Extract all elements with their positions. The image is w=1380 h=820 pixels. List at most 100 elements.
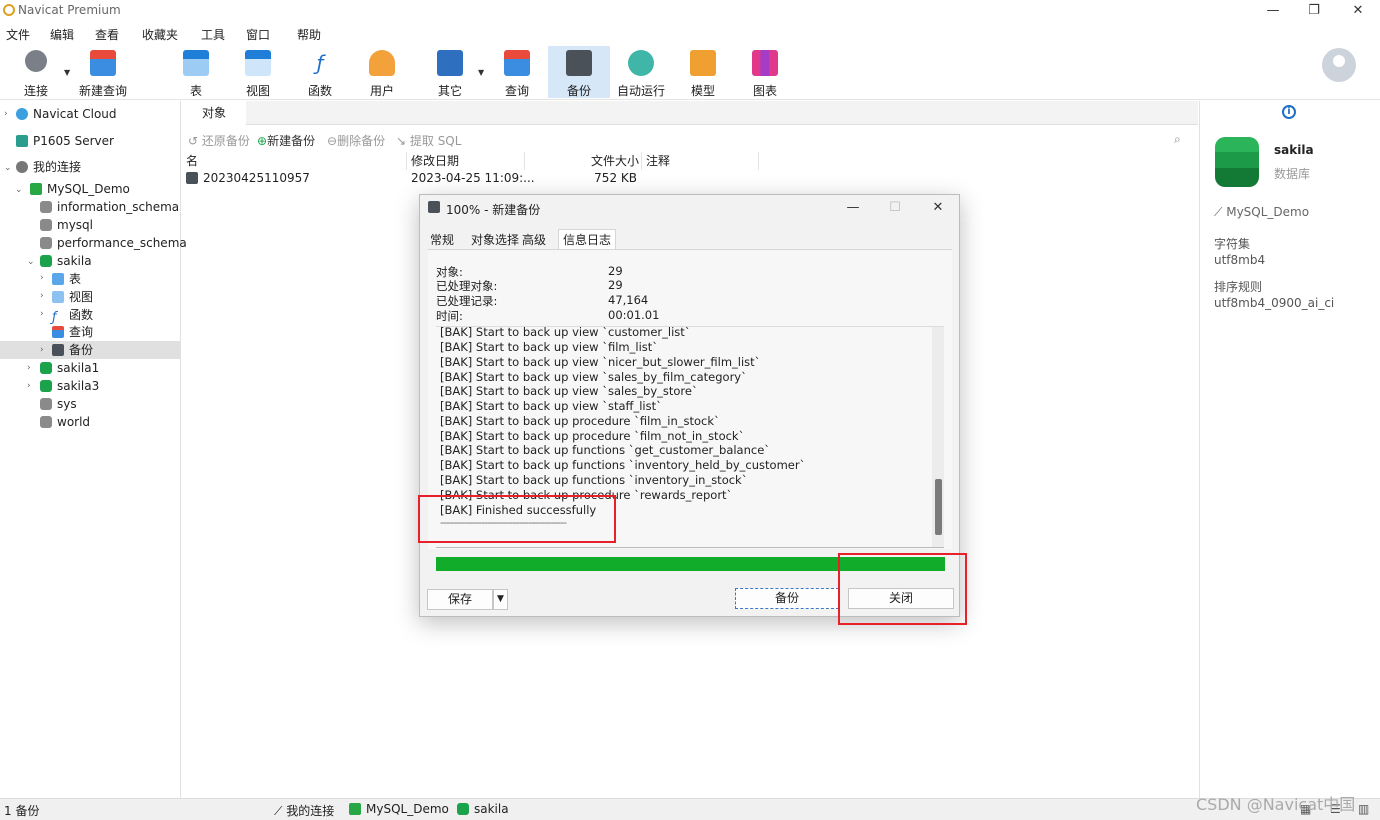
plug-icon: ⟋: [1214, 205, 1227, 219]
maximize-button[interactable]: ❐: [1299, 2, 1329, 20]
tree-p1605-server[interactable]: P1605 Server: [16, 132, 114, 150]
connect-dropdown-caret[interactable]: ▼: [64, 68, 70, 77]
menu-window[interactable]: 窗口: [246, 26, 270, 43]
automation-button[interactable]: 自动运行: [611, 46, 671, 98]
menu-tools[interactable]: 工具: [201, 26, 225, 43]
tree-db-world[interactable]: world: [40, 413, 90, 431]
database-large-icon: [1215, 137, 1259, 187]
info-icon[interactable]: i: [1282, 105, 1296, 119]
tab-advanced[interactable]: 高级: [522, 230, 546, 250]
menu-file[interactable]: 文件: [6, 26, 30, 43]
tree-db-sakila3[interactable]: sakila3: [40, 377, 99, 395]
column-header-size[interactable]: 文件大小: [525, 152, 642, 170]
chevron-right-icon[interactable]: ›: [40, 273, 44, 283]
chevron-right-icon[interactable]: ›: [27, 381, 31, 391]
chart-icon: [752, 50, 778, 76]
restore-backup-button[interactable]: ↺ 还原备份: [188, 132, 250, 149]
backup-icon: [52, 344, 64, 356]
extract-sql-button[interactable]: ↘ 提取 SQL: [396, 132, 461, 149]
plug-icon: [16, 161, 28, 173]
tree-views[interactable]: 视图: [52, 288, 93, 306]
tree-label: 查询: [69, 325, 94, 339]
tree-db-mysql[interactable]: mysql: [40, 216, 93, 234]
tree-db-sys[interactable]: sys: [40, 395, 77, 413]
tab-general[interactable]: 常规: [430, 230, 454, 250]
connect-button[interactable]: 连接: [6, 46, 66, 98]
add-icon: ⊕: [257, 134, 268, 148]
tree-functions[interactable]: ƒ 函数: [52, 306, 93, 324]
chevron-right-icon[interactable]: ›: [40, 345, 44, 355]
column-header-modified[interactable]: 修改日期: [407, 152, 525, 170]
menu-bar: 文件 编辑 查看 收藏夹 工具 窗口 帮助: [0, 22, 1380, 44]
menu-help[interactable]: 帮助: [297, 26, 321, 43]
status-connection[interactable]: MySQL_Demo: [349, 802, 449, 816]
table-icon: [183, 50, 209, 76]
delete-backup-button[interactable]: ⊖删除备份: [327, 132, 385, 149]
menu-edit[interactable]: 编辑: [50, 26, 74, 43]
search-icon[interactable]: ⌕: [1174, 132, 1181, 147]
status-database[interactable]: sakila: [457, 802, 509, 816]
tree-navicat-cloud[interactable]: Navicat Cloud: [16, 105, 117, 123]
save-dropdown-button[interactable]: ▼: [493, 589, 508, 610]
object-tab-row: 对象: [182, 101, 1198, 125]
tab-message-log[interactable]: 信息日志: [558, 229, 617, 249]
backup-start-button[interactable]: 备份: [735, 588, 839, 609]
tab-objects[interactable]: 对象: [182, 101, 246, 125]
new-query-button[interactable]: 新建查询: [73, 46, 133, 98]
minimize-button[interactable]: —: [1258, 2, 1288, 20]
column-header-name[interactable]: 名: [182, 152, 407, 170]
chevron-right-icon[interactable]: ›: [40, 309, 44, 319]
database-icon: [40, 255, 52, 267]
chart-button[interactable]: 图表: [735, 46, 795, 98]
chevron-down-icon[interactable]: ⌄: [27, 257, 35, 267]
other-dropdown-caret[interactable]: ▼: [478, 68, 484, 77]
server-icon: [16, 135, 28, 147]
automation-label: 自动运行: [616, 84, 665, 98]
dialog-minimize-button[interactable]: —: [838, 199, 868, 217]
chevron-right-icon[interactable]: ›: [4, 109, 8, 119]
chevron-down-icon[interactable]: ⌄: [4, 163, 12, 173]
chevron-right-icon[interactable]: ›: [27, 363, 31, 373]
tree-db-sakila[interactable]: sakila: [40, 252, 92, 270]
robot-icon: [628, 50, 654, 76]
backup-button[interactable]: 备份: [548, 46, 610, 98]
chevron-right-icon[interactable]: ›: [40, 291, 44, 301]
table-button[interactable]: 表: [166, 46, 226, 98]
log-scrollbar-thumb[interactable]: [935, 479, 942, 535]
model-button[interactable]: 模型: [673, 46, 733, 98]
dialog-title: 100% - 新建备份: [446, 203, 541, 217]
user-button[interactable]: 用户: [352, 46, 412, 98]
collation-value: utf8mb4_0900_ai_ci: [1214, 296, 1335, 310]
database-icon: [40, 398, 52, 410]
detail-view-icon[interactable]: ▥: [1358, 802, 1369, 816]
table-row[interactable]: 20230425110957: [186, 171, 406, 189]
tree-my-connections[interactable]: 我的连接: [16, 158, 81, 176]
new-backup-button[interactable]: ⊕新建备份: [257, 132, 315, 149]
tree-queries[interactable]: 查询: [52, 323, 93, 341]
menu-view[interactable]: 查看: [95, 26, 119, 43]
save-button[interactable]: 保存: [427, 589, 493, 610]
tree-db-performance-schema[interactable]: performance_schema: [40, 234, 187, 252]
tree-label: 备份: [69, 343, 94, 357]
tree-tables[interactable]: 表: [52, 270, 81, 288]
tree-db-information-schema[interactable]: information_schema: [40, 198, 179, 216]
tree-mysql-demo[interactable]: MySQL_Demo: [30, 180, 130, 198]
other-button[interactable]: 其它: [420, 46, 480, 98]
log-line: [BAK] Start to back up view `nicer_but_s…: [440, 355, 761, 369]
chevron-down-icon[interactable]: ⌄: [15, 185, 23, 195]
tree-db-sakila1[interactable]: sakila1: [40, 359, 99, 377]
status-connection-root[interactable]: ⟋ 我的连接: [274, 802, 334, 819]
column-header-comment[interactable]: 注释: [642, 152, 759, 170]
dialog-maximize-button[interactable]: ☐: [880, 199, 910, 217]
query-button[interactable]: 查询: [487, 46, 547, 98]
tab-object-selection[interactable]: 对象选择: [471, 230, 519, 250]
db-name: sakila: [1274, 143, 1314, 157]
object-toolbar: ↺ 还原备份 ⊕新建备份 ⊖删除备份 ↘ 提取 SQL ⌕: [182, 128, 1198, 152]
view-button[interactable]: 视图: [228, 46, 288, 98]
close-window-button[interactable]: ✕: [1343, 2, 1373, 20]
menu-favorites[interactable]: 收藏夹: [142, 26, 178, 43]
dialog-close-button[interactable]: ✕: [923, 199, 953, 217]
user-avatar[interactable]: [1322, 48, 1356, 82]
tree-backups[interactable]: 备份: [0, 341, 180, 359]
function-button[interactable]: ƒ 函数: [290, 46, 350, 98]
